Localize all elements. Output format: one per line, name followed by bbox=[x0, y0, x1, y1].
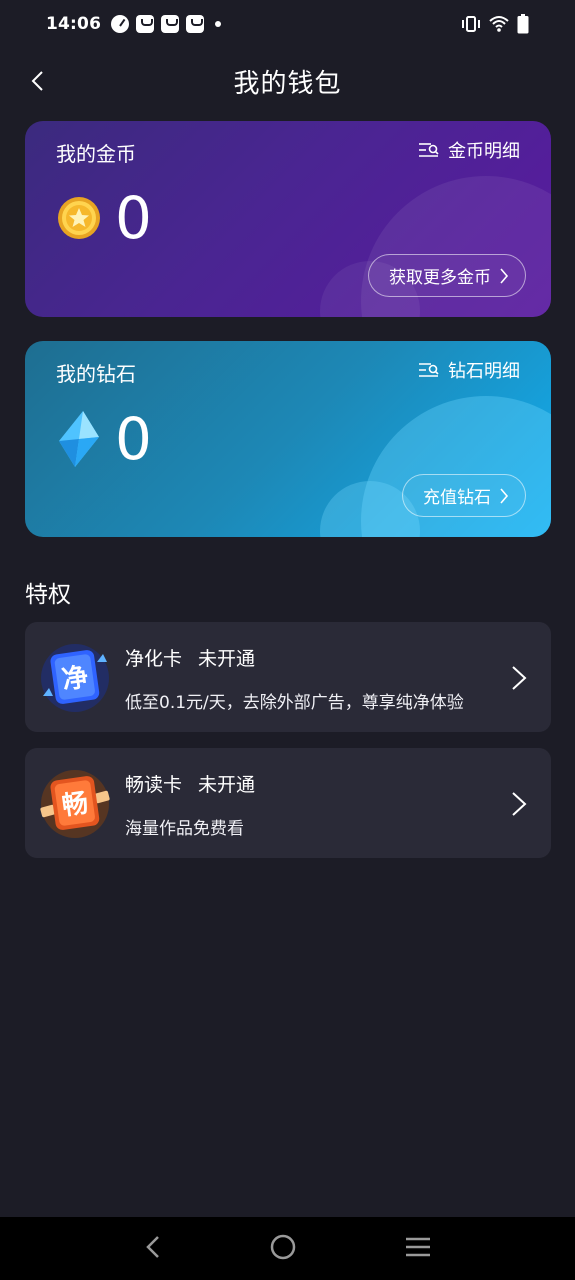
read-card-item[interactable]: 畅 畅读卡 未开通 海量作品免费看 bbox=[25, 748, 551, 858]
recharge-diamond-button[interactable]: 充值钻石 bbox=[402, 474, 526, 517]
chevron-right-icon bbox=[500, 487, 509, 504]
gold-detail-label: 金币明细 bbox=[448, 141, 520, 162]
get-more-coins-label: 获取更多金币 bbox=[389, 268, 491, 288]
bag-icon bbox=[136, 15, 155, 33]
diamond-detail-label: 钻石明细 bbox=[448, 361, 520, 382]
nav-menu-icon bbox=[405, 1237, 430, 1256]
purify-card-desc: 低至0.1元/天，去除外部广告，尊享纯净体验 bbox=[125, 693, 464, 713]
gold-balance-row: 0 bbox=[57, 189, 152, 247]
system-nav-bar bbox=[0, 1217, 575, 1280]
page-header: 我的钱包 bbox=[0, 52, 575, 110]
page-title: 我的钱包 bbox=[233, 68, 342, 99]
read-card-icon: 畅 bbox=[40, 770, 110, 838]
purify-card-icon: 净 bbox=[41, 644, 109, 712]
notification-icons bbox=[111, 15, 222, 33]
read-card-desc: 海量作品免费看 bbox=[125, 819, 244, 839]
chevron-left-icon bbox=[31, 71, 43, 91]
read-card-status: 未开通 bbox=[198, 774, 256, 796]
bag-icon bbox=[161, 15, 180, 33]
purify-card-name: 净化卡 bbox=[125, 648, 183, 670]
chevron-right-icon bbox=[512, 792, 527, 816]
dot-icon bbox=[215, 21, 222, 27]
chevron-right-icon bbox=[500, 267, 509, 284]
list-search-icon bbox=[419, 143, 439, 157]
system-icons bbox=[461, 14, 529, 34]
svg-text:畅: 畅 bbox=[60, 788, 90, 821]
privileges-section-title: 特权 bbox=[25, 582, 71, 608]
nav-home-icon bbox=[270, 1234, 295, 1259]
diamond-icon bbox=[59, 411, 99, 467]
vibrate-icon bbox=[462, 16, 480, 32]
diamond-balance-value: 0 bbox=[115, 405, 152, 473]
diamond-detail-link[interactable]: 钻石明细 bbox=[418, 357, 520, 383]
svg-text:净: 净 bbox=[60, 662, 90, 695]
gold-coin-card: 我的金币 金币明细 0 获取更多金币 bbox=[25, 121, 551, 317]
gold-coin-icon bbox=[58, 197, 100, 239]
chevron-right-icon bbox=[512, 666, 527, 690]
gold-detail-link[interactable]: 金币明细 bbox=[418, 137, 520, 163]
gold-card-title: 我的金币 bbox=[56, 142, 136, 166]
wifi-icon bbox=[489, 16, 509, 32]
back-button[interactable] bbox=[20, 64, 54, 98]
recharge-diamond-label: 充值钻石 bbox=[423, 488, 491, 508]
read-card-name: 畅读卡 bbox=[125, 774, 183, 796]
list-search-icon bbox=[419, 363, 439, 377]
purify-card-name-row: 净化卡 未开通 bbox=[125, 644, 255, 671]
nav-back-icon bbox=[145, 1235, 159, 1258]
get-more-coins-button[interactable]: 获取更多金币 bbox=[368, 254, 526, 297]
nav-back-button[interactable] bbox=[144, 1234, 162, 1264]
speed-icon bbox=[111, 15, 130, 33]
nav-home-button[interactable] bbox=[269, 1233, 297, 1265]
diamond-card: 我的钻石 钻石明细 0 充值钻石 bbox=[25, 341, 551, 537]
gold-balance-value: 0 bbox=[115, 184, 152, 252]
purify-card-status: 未开通 bbox=[198, 648, 256, 670]
battery-icon bbox=[517, 14, 529, 34]
status-bar: 14:06 bbox=[0, 0, 575, 48]
read-card-name-row: 畅读卡 未开通 bbox=[125, 770, 255, 797]
diamond-card-title: 我的钻石 bbox=[56, 362, 136, 386]
status-time: 14:06 bbox=[46, 14, 102, 34]
nav-menu-button[interactable] bbox=[404, 1235, 432, 1263]
diamond-balance-row: 0 bbox=[57, 409, 152, 469]
purify-card-item[interactable]: 净 净化卡 未开通 低至0.1元/天，去除外部广告，尊享纯净体验 bbox=[25, 622, 551, 732]
bag-icon bbox=[186, 15, 205, 33]
